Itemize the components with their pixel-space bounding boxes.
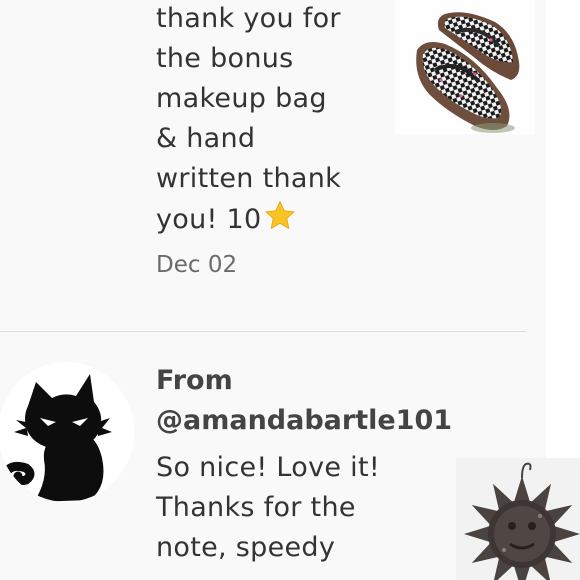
checkered-shoes-photo [395,0,535,134]
review-1-text: thank you for the bonus makeup bag & han… [156,0,341,240]
review-2-from-label: From [156,365,233,396]
review-1-date: Dec 02 [156,252,238,278]
reviewer-avatar[interactable] [0,362,134,502]
star-icon [265,201,296,229]
metal-sun-decor-photo [456,458,580,580]
reviews-page: thank you for the bonus makeup bag & han… [0,0,580,580]
review-2-listing-photo[interactable] [456,458,580,580]
review-1-body: thank you for the bonus makeup bag & han… [156,3,342,235]
angry-black-cat-avatar [0,362,134,502]
review-2-text: So nice! Love it! Thanks for the note, s… [156,452,380,563]
review-1-listing-photo[interactable] [395,0,535,134]
review-2-username-link[interactable]: @amandabartle101 [156,401,452,441]
review-divider [0,331,526,332]
